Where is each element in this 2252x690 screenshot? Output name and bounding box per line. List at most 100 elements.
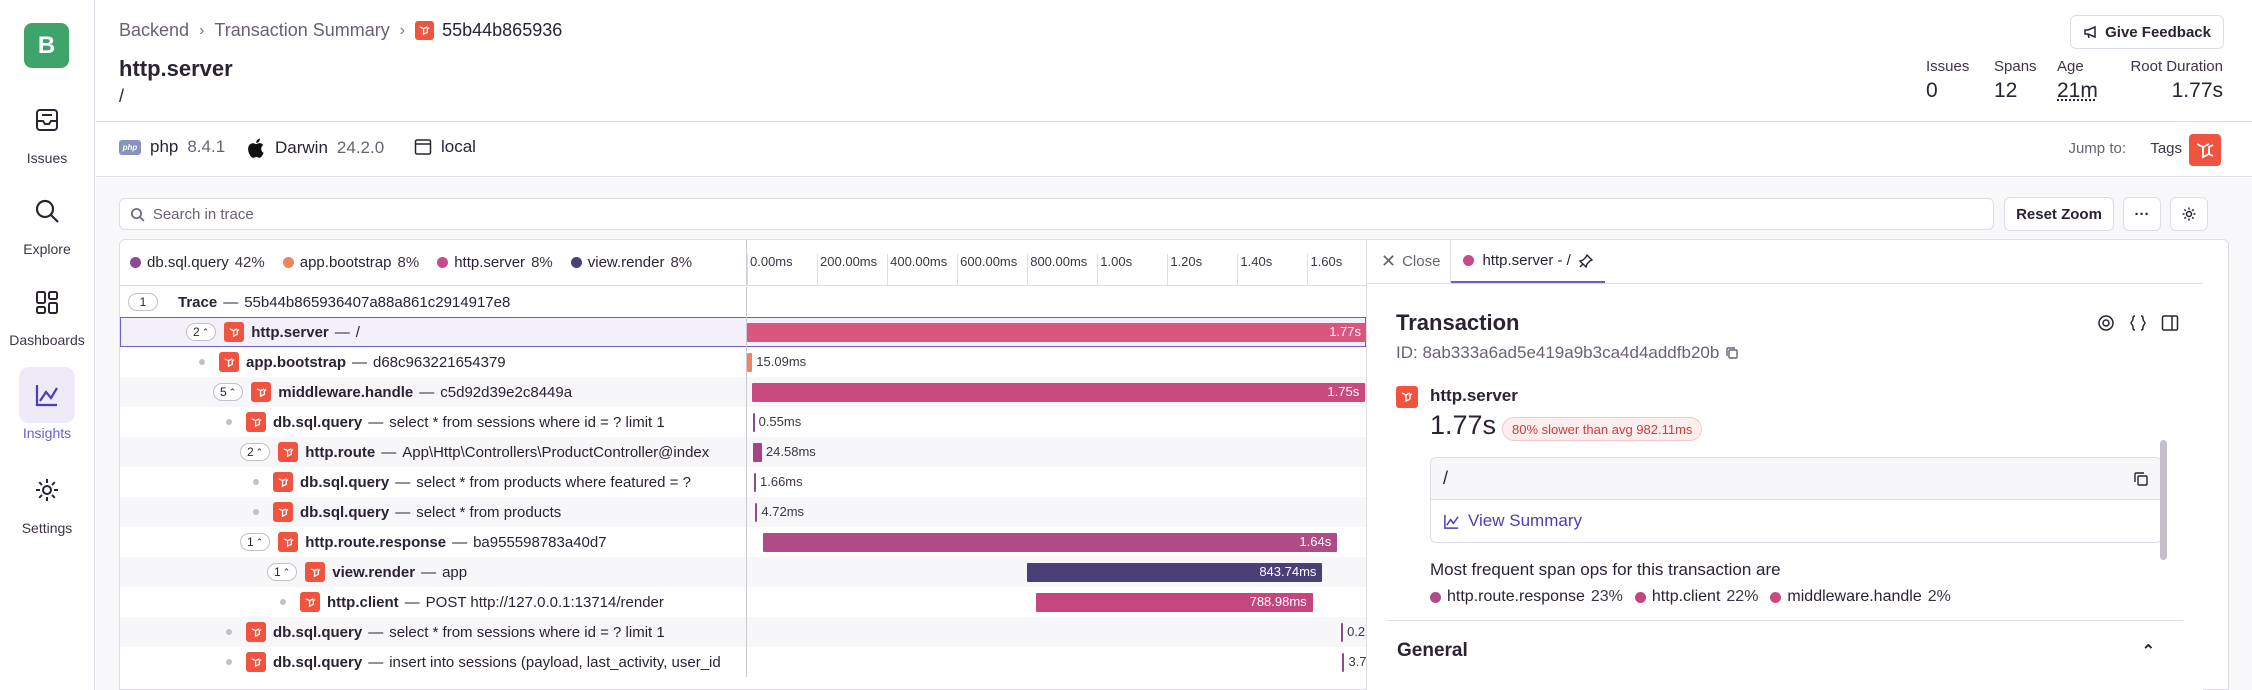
span-description: — d68c963221654379 xyxy=(352,353,506,371)
timeline-tick: 600.00ms xyxy=(957,254,1017,286)
trace-root-row[interactable]: 1 Trace —55b44b865936407a88a861c2914917e… xyxy=(120,287,1366,317)
span-duration: 15.09ms xyxy=(756,354,807,369)
span-description-text: d68c963221654379 xyxy=(373,353,506,371)
laravel-icon xyxy=(246,652,266,672)
span-row[interactable]: http.client — POST http://127.0.0.1:13714… xyxy=(120,587,1366,617)
copy-icon[interactable] xyxy=(1725,346,1739,360)
child-count-pill[interactable]: 1 xyxy=(128,293,158,311)
drawer-scrollbar[interactable] xyxy=(2160,440,2167,560)
span-bar[interactable] xyxy=(753,443,762,462)
profile-target-icon[interactable] xyxy=(2097,314,2115,332)
child-count-pill[interactable]: 1 ⌃ xyxy=(240,533,271,551)
span-bar[interactable] xyxy=(1342,653,1345,672)
span-description-text: select * from sessions where id = ? limi… xyxy=(389,623,665,641)
span-bar[interactable] xyxy=(754,473,756,492)
span-bar[interactable] xyxy=(755,503,758,522)
give-feedback-button[interactable]: Give Feedback xyxy=(2070,15,2224,49)
transaction-path-row: / xyxy=(1431,458,2161,500)
span-bar[interactable] xyxy=(747,353,753,372)
span-op: middleware.handle xyxy=(278,383,414,401)
span-row[interactable]: 2 ⌃ http.route — App\Http\Controllers\Prod… xyxy=(120,437,1366,467)
child-count-pill[interactable]: 2 ⌃ xyxy=(186,323,217,341)
legend-item[interactable]: view.render 8% xyxy=(570,254,692,271)
op-pct: 22% xyxy=(1726,588,1759,605)
span-row[interactable]: 1 ⌃ view.render — app 843.74ms xyxy=(120,557,1366,587)
span-row[interactable]: db.sql.query — select * from products 4.7… xyxy=(120,497,1366,527)
sidebar: B Issues Explore Dashboards Insights Set… xyxy=(0,0,95,690)
sdk-version: 8.4.1 xyxy=(187,137,226,156)
child-count-pill[interactable]: 2 ⌃ xyxy=(240,443,271,461)
span-op: http.client xyxy=(327,593,399,611)
span-bar[interactable] xyxy=(1341,623,1344,642)
gear-icon xyxy=(2182,207,2196,221)
copy-icon[interactable] xyxy=(2133,471,2149,487)
span-op: app.bootstrap xyxy=(246,353,346,371)
span-row[interactable]: 1 ⌃ http.route.response — ba955598783a40d7… xyxy=(120,527,1366,557)
view-summary-link[interactable]: View Summary xyxy=(1431,500,2161,542)
child-count: 2 xyxy=(247,445,254,459)
child-count-pill[interactable]: 5 ⌃ xyxy=(213,383,244,401)
span-bar[interactable] xyxy=(752,383,1366,402)
breadcrumb-transaction-summary[interactable]: Transaction Summary xyxy=(214,20,389,41)
span-bar[interactable] xyxy=(752,413,755,432)
sidebar-item-settings[interactable]: Settings xyxy=(8,462,86,542)
tab-http-server[interactable]: http.server - / xyxy=(1451,240,1605,283)
span-row[interactable]: db.sql.query — select * from sessions whe… xyxy=(120,617,1390,647)
span-duration: 1.75s xyxy=(1327,384,1360,399)
drawer-tabs: ✕ Close http.server - / xyxy=(1367,240,2203,284)
more-options-button[interactable]: ··· xyxy=(2123,197,2161,231)
laravel-icon xyxy=(415,21,435,40)
close-drawer-button[interactable]: ✕ Close xyxy=(1381,240,1452,283)
legend-item[interactable]: http.server 8% xyxy=(437,254,553,271)
sdk-name: php xyxy=(150,137,179,156)
chevron-up-icon: ⌃ xyxy=(255,536,264,547)
trace-search[interactable] xyxy=(119,198,1994,230)
os-name: Darwin xyxy=(275,138,328,157)
timeline-tick: 400.00ms xyxy=(887,254,947,286)
sidebar-item-issues[interactable]: Issues xyxy=(8,92,86,172)
pin-icon[interactable] xyxy=(1578,253,1593,268)
span-bar[interactable] xyxy=(747,323,1367,342)
legend-item[interactable]: app.bootstrap 8% xyxy=(282,254,419,271)
stat-value: 0 xyxy=(1926,79,1938,102)
jump-to-tags-link[interactable]: Tags xyxy=(2150,140,2182,157)
panel-layout-icon[interactable] xyxy=(2161,314,2179,332)
os-version: 24.2.0 xyxy=(336,138,385,157)
span-row[interactable]: app.bootstrap — d68c963221654379 15.09ms xyxy=(120,347,1366,377)
search-icon xyxy=(131,207,145,222)
child-count-pill[interactable]: 1 ⌃ xyxy=(267,563,298,581)
sidebar-item-explore[interactable]: Explore xyxy=(8,183,86,263)
span-duration: 24.58ms xyxy=(765,444,816,459)
json-braces-icon[interactable] xyxy=(2129,314,2147,332)
search-input[interactable] xyxy=(152,205,1993,223)
transaction-id-text: ID: 8ab333a6ad5e419a9b3ca4d4addfb20b xyxy=(1396,343,1720,362)
breadcrumb-backend[interactable]: Backend xyxy=(119,20,189,41)
timeline-tick: 0.00ms xyxy=(747,254,793,286)
slower-than-avg-badge: 80% slower than avg 982.11ms xyxy=(1502,417,1703,441)
span-description: — App\Http\Controllers\ProductController@… xyxy=(381,443,710,461)
span-row[interactable]: 2 ⌃ http.server —/ 1.77s xyxy=(120,317,1367,347)
stat-value[interactable]: 21m xyxy=(2057,79,2098,103)
trace-settings-button[interactable] xyxy=(2170,197,2208,231)
span-row[interactable]: db.sql.query — insert into sessions (payl… xyxy=(120,647,1391,677)
span-description: — select * from products where featured =… xyxy=(395,473,691,491)
laravel-logo-icon xyxy=(2189,134,2221,166)
sidebar-item-insights[interactable]: Insights xyxy=(8,367,86,447)
span-duration: 0.55ms xyxy=(758,414,802,429)
span-row[interactable]: 5 ⌃ middleware.handle — c5d92d39e2c8449a 1… xyxy=(120,377,1366,407)
span-row[interactable]: db.sql.query — select * from sessions whe… xyxy=(120,407,1366,437)
frequent-op-item: http.client 22% xyxy=(1634,588,1759,606)
span-duration: 1.66ms xyxy=(760,474,803,489)
timeline-tick: 200.00ms xyxy=(817,254,877,286)
org-avatar[interactable]: B xyxy=(24,23,69,68)
span-row[interactable]: db.sql.query — select * from products whe… xyxy=(120,467,1366,497)
span-bar[interactable] xyxy=(762,533,1338,552)
span-description-text: / xyxy=(355,323,360,341)
tree-node-dot xyxy=(280,599,286,605)
reset-zoom-button[interactable]: Reset Zoom xyxy=(2004,197,2114,231)
sidebar-item-dashboards[interactable]: Dashboards xyxy=(8,274,86,354)
general-section-header[interactable]: General ⌃ xyxy=(1387,620,2183,680)
inbox-icon xyxy=(19,92,75,148)
legend-item[interactable]: db.sql.query 42% xyxy=(130,254,265,271)
trace-label: Trace xyxy=(178,293,218,311)
